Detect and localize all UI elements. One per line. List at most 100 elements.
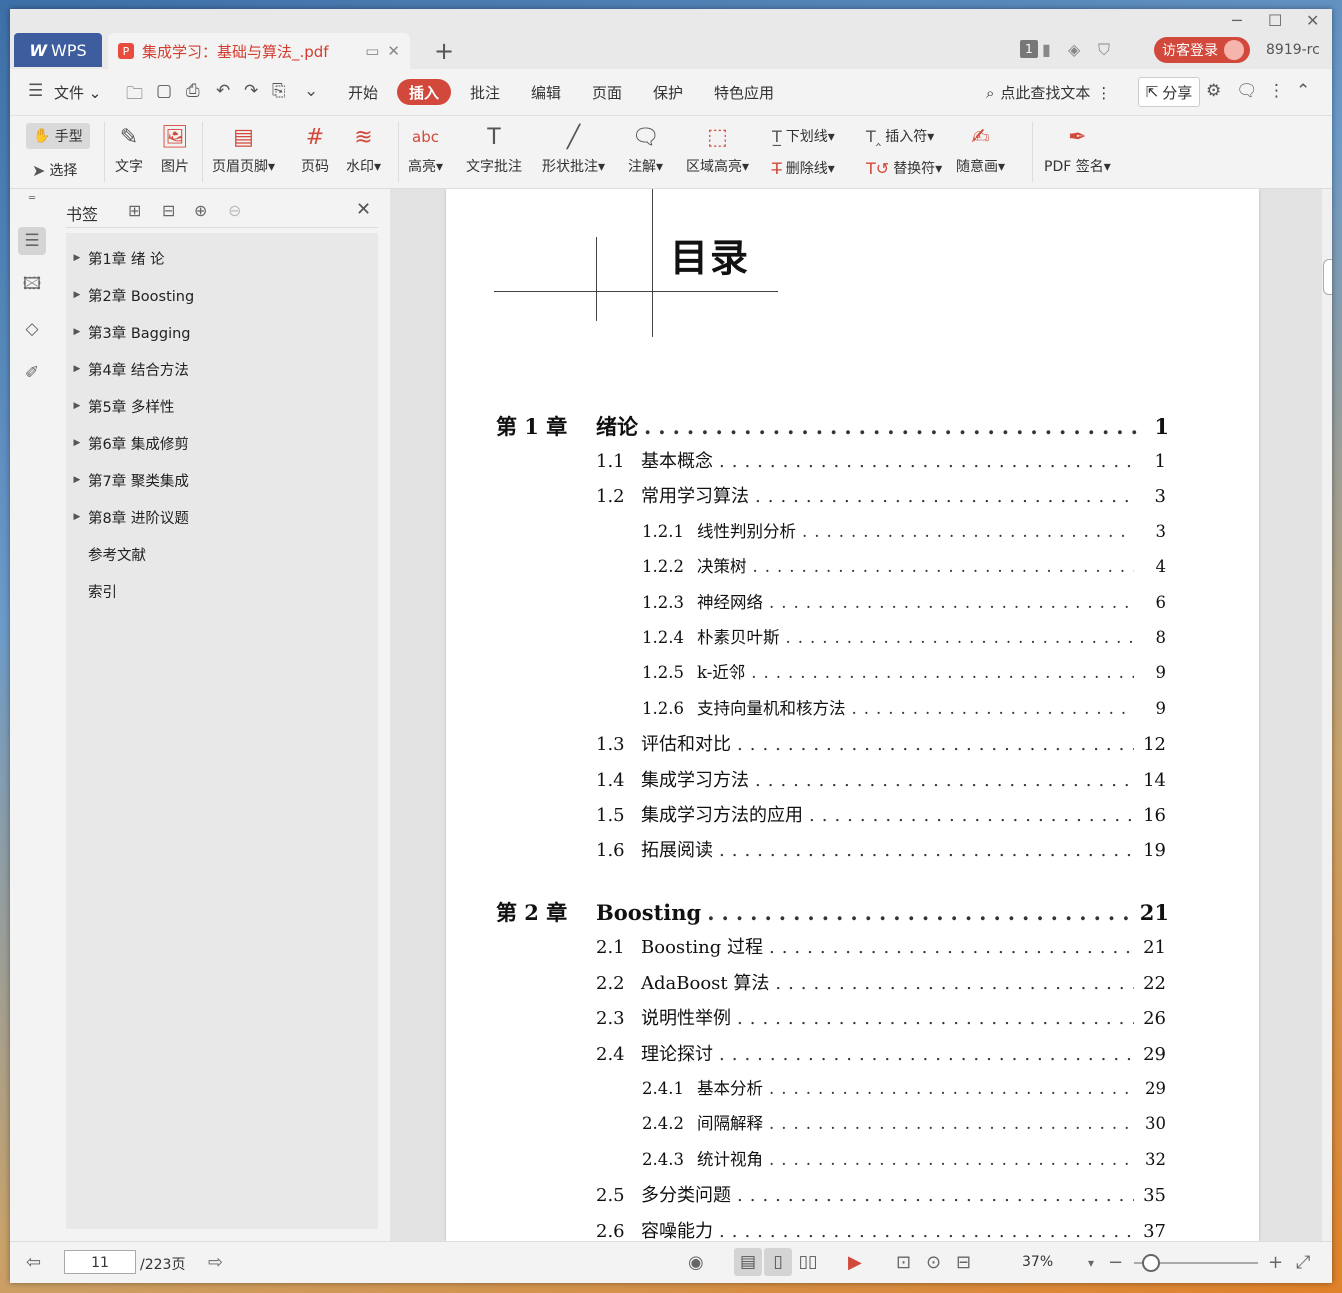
toc-entry[interactable]: 第 2 章 Boosting...........................… xyxy=(496,897,1169,927)
insert-mark-button[interactable]: T‸ 插入符▾ xyxy=(866,126,934,146)
zoom-slider-knob[interactable] xyxy=(1141,1254,1160,1272)
menu-annotate[interactable]: 批注 xyxy=(470,82,500,103)
window-close-icon[interactable]: ✕ xyxy=(1306,11,1319,30)
bookmark-item[interactable]: ▶ 第8章 进阶议题 xyxy=(66,502,378,532)
note-button[interactable]: 🗨 注解▾ xyxy=(628,122,663,176)
toc-entry[interactable]: 2.4.1 基本分析...............................… xyxy=(642,1075,1166,1105)
toc-entry[interactable]: 1.2.3 神经网络...............................… xyxy=(642,589,1166,619)
scrollbar-thumb[interactable] xyxy=(1323,259,1332,295)
tab-close-icon[interactable]: ✕ xyxy=(387,42,400,60)
insert-text-button[interactable]: ✎ 文字 xyxy=(114,122,144,176)
bookmark-item[interactable]: ▶ 第5章 多样性 xyxy=(66,391,378,421)
strikethrough-button[interactable]: T̶ 删除线▾ xyxy=(772,158,835,178)
save-icon[interactable]: ▢ xyxy=(156,81,172,101)
document-tab[interactable]: P 集成学习：基础与算法_.pdf ▭ ✕ xyxy=(108,33,410,69)
find-text-button[interactable]: ⌕ 点此查找文本 ⋮ xyxy=(986,82,1111,103)
collapse-ribbon-icon[interactable]: ⌃ xyxy=(1296,81,1310,101)
fit-page-icon[interactable]: ⊙ xyxy=(926,1252,941,1273)
fit-width-icon[interactable]: ⊟ xyxy=(956,1252,971,1273)
shirt-icon[interactable]: ⛉ xyxy=(1098,40,1110,60)
panel-icon[interactable]: ▮ xyxy=(1042,40,1051,59)
file-menu[interactable]: 文件 ⌄ xyxy=(54,82,101,103)
menu-start[interactable]: 开始 xyxy=(348,82,378,103)
share-button[interactable]: ⇱ 分享 xyxy=(1138,77,1200,107)
bookmark-list-icon[interactable]: ☰ xyxy=(18,227,46,255)
fullscreen-icon[interactable]: ⤢ xyxy=(1296,1252,1310,1273)
bookmark-item[interactable]: ▶ 第6章 集成修剪 xyxy=(66,428,378,458)
bookmark-item[interactable]: ▶ 第7章 聚类集成 xyxy=(66,465,378,495)
watermark-button[interactable]: ≋ 水印▾ xyxy=(346,122,381,176)
expand-arrow-icon[interactable]: ▶ xyxy=(66,475,88,485)
menu-special-apps[interactable]: 特色应用 xyxy=(714,82,774,103)
redo-icon[interactable]: ↷ xyxy=(244,81,258,101)
zoom-in-icon[interactable]: + xyxy=(1268,1252,1283,1273)
hamburger-menu-icon[interactable]: ☰ xyxy=(28,81,43,101)
toc-entry[interactable]: 2.2 AdaBoost 算法..........................… xyxy=(596,969,1166,999)
toc-entry[interactable]: 2.6 容噪能力.................................… xyxy=(596,1217,1166,1241)
minimize-icon[interactable]: ─ xyxy=(1232,11,1242,30)
settings-gear-icon[interactable]: ⚙ xyxy=(1206,81,1221,101)
freehand-draw-button[interactable]: ✍ 随意画▾ xyxy=(956,122,1005,176)
guest-login-button[interactable]: 访客登录 xyxy=(1154,37,1250,63)
drag-handle-icon[interactable]: ═ xyxy=(18,193,46,204)
maximize-icon[interactable]: ☐ xyxy=(1268,11,1282,30)
expand-arrow-icon[interactable]: ▶ xyxy=(66,512,88,522)
export-icon[interactable]: ⎘ xyxy=(272,81,286,101)
toc-entry[interactable]: 1.2.1 线性判别分析.............................… xyxy=(642,518,1166,548)
more-options-icon[interactable]: ⋮ xyxy=(1268,81,1285,101)
comment-icon[interactable]: 🗨 xyxy=(1236,81,1258,101)
thumbnail-image-icon[interactable]: 🖾 xyxy=(18,271,46,299)
toc-entry[interactable]: 1.3 评估和对比................................… xyxy=(596,730,1166,760)
expand-arrow-icon[interactable]: ▶ xyxy=(66,364,88,374)
insert-image-button[interactable]: 🖼 图片 xyxy=(160,122,190,176)
replace-mark-button[interactable]: T↺ 替换符▾ xyxy=(866,158,942,178)
highlight-button[interactable]: abc 高亮▾ xyxy=(408,122,443,176)
quick-access-dropdown-icon[interactable]: ⌄ xyxy=(304,81,318,101)
underline-button[interactable]: T̲ 下划线▾ xyxy=(772,126,835,146)
toc-entry[interactable]: 1.2.4 朴素贝叶斯..............................… xyxy=(642,624,1166,654)
toc-entry[interactable]: 1.2.6 支持向量机和核方法..........................… xyxy=(642,695,1166,725)
zoom-level[interactable]: 37% xyxy=(1022,1254,1053,1270)
skin-icon[interactable]: ◈ xyxy=(1068,40,1080,59)
bookmark-item[interactable]: ▶ 第3章 Bagging xyxy=(66,317,378,347)
bookmark-item[interactable]: ▶ 第1章 绪 论 xyxy=(66,243,378,273)
expand-arrow-icon[interactable]: ▶ xyxy=(66,290,88,300)
close-panel-icon[interactable]: ✕ xyxy=(356,199,371,220)
menu-edit[interactable]: 编辑 xyxy=(531,82,561,103)
expand-arrow-icon[interactable]: ▶ xyxy=(66,327,88,337)
new-tab-plus-icon[interactable]: + xyxy=(434,37,454,65)
next-page-icon[interactable]: ⇨ xyxy=(208,1252,223,1273)
bookmark-item[interactable]: ▶ 第4章 结合方法 xyxy=(66,354,378,384)
menu-page[interactable]: 页面 xyxy=(592,82,622,103)
expand-all-icon[interactable]: ⊞ xyxy=(128,201,141,220)
signature-panel-icon[interactable]: ✐ xyxy=(18,359,46,387)
play-slideshow-icon[interactable]: ▶ xyxy=(848,1252,862,1273)
bookmark-item[interactable]: 索引 xyxy=(66,576,378,606)
toc-entry[interactable]: 2.3 说明性举例................................… xyxy=(596,1004,1166,1034)
current-page-input[interactable]: 11 xyxy=(64,1250,136,1274)
expand-arrow-icon[interactable]: ▶ xyxy=(66,401,88,411)
vertical-scrollbar[interactable] xyxy=(1322,189,1332,1241)
header-footer-button[interactable]: ▤ 页眉页脚▾ xyxy=(212,122,275,176)
two-page-view-icon[interactable]: ▯▯ xyxy=(794,1248,822,1276)
collapse-all-icon[interactable]: ⊟ xyxy=(162,201,175,220)
select-tool-button[interactable]: ➤ 选择 xyxy=(32,160,77,180)
hand-tool-button[interactable]: ✋ 手型 xyxy=(26,123,90,149)
tab-window-icon[interactable]: ▭ xyxy=(365,42,379,60)
menu-protect[interactable]: 保护 xyxy=(653,82,683,103)
toc-entry[interactable]: 1.4 集成学习方法...............................… xyxy=(596,766,1166,796)
annotation-tag-icon[interactable]: ◇ xyxy=(18,315,46,343)
pdf-sign-button[interactable]: ✒ PDF 签名▾ xyxy=(1044,122,1111,176)
toc-entry[interactable]: 1.2.5 k-近邻...............................… xyxy=(642,659,1166,689)
toc-entry[interactable]: 2.4.2 间隔解释...............................… xyxy=(642,1110,1166,1140)
toc-entry[interactable]: 1.2 常用学习算法...............................… xyxy=(596,482,1166,512)
print-icon[interactable]: ⎙ xyxy=(186,81,200,101)
expand-arrow-icon[interactable]: ▶ xyxy=(66,253,88,263)
delete-bookmark-icon[interactable]: ⊖ xyxy=(228,201,241,220)
zoom-dropdown-icon[interactable]: ▾ xyxy=(1088,1256,1094,1270)
toc-entry[interactable]: 第 1 章 绪论.................................… xyxy=(496,411,1169,441)
add-bookmark-icon[interactable]: ⊕ xyxy=(194,201,207,220)
area-highlight-button[interactable]: ⬚ 区域高亮▾ xyxy=(686,122,749,176)
toc-entry[interactable]: 1.5 集成学习方法的应用............................… xyxy=(596,801,1166,831)
toc-entry[interactable]: 2.4.3 统计视角...............................… xyxy=(642,1146,1166,1176)
